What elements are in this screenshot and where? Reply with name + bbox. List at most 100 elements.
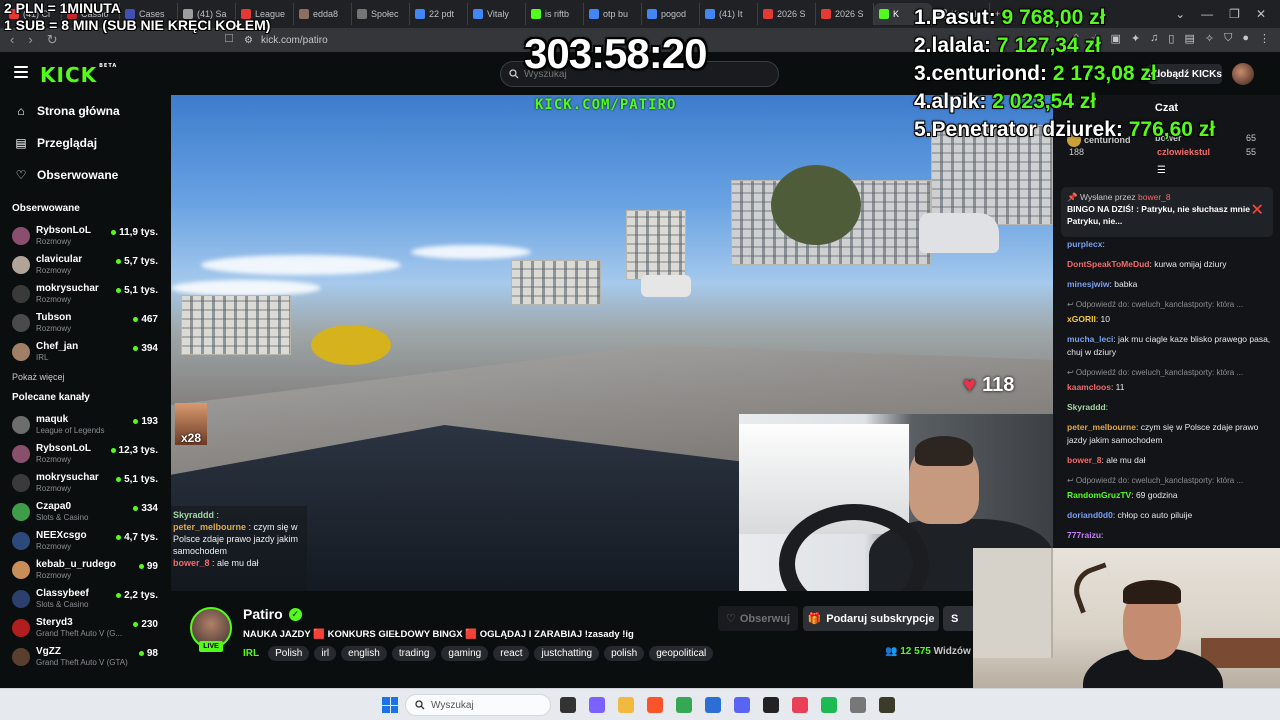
- chat-username[interactable]: doriand0d0: [1067, 510, 1113, 520]
- chat-message[interactable]: ↩ Odpowiedź do: cweluch_kanclastporty: k…: [1067, 474, 1273, 502]
- chat-message[interactable]: purplecx:: [1067, 238, 1273, 251]
- brave-icon[interactable]: [647, 697, 663, 713]
- chat-username[interactable]: 777raizu: [1067, 530, 1101, 540]
- stream-tag[interactable]: polish: [604, 646, 645, 661]
- browser-tab[interactable]: edda8: [294, 3, 352, 25]
- sidebar-channel[interactable]: mokrysuchar Rozmowy 5,1 tys.: [0, 279, 170, 308]
- more-label: S: [951, 612, 959, 625]
- sidebar-channel[interactable]: mokrysuchar Rozmowy 5,1 tys.: [0, 468, 170, 497]
- chat-message[interactable]: Skyraddd:: [1067, 401, 1273, 414]
- sidebar-channel[interactable]: Czapa0 Slots & Casino 334: [0, 497, 170, 526]
- browser-tab[interactable]: pogod: [642, 3, 700, 25]
- discord-icon[interactable]: [734, 697, 750, 713]
- chrome-icon[interactable]: [676, 697, 692, 713]
- sidebar-item-label: Strona główna: [37, 104, 120, 118]
- app-icon[interactable]: [792, 697, 808, 713]
- settings-icon[interactable]: [850, 697, 866, 713]
- browser-tab[interactable]: 22 pdt: [410, 3, 468, 25]
- expand-icon[interactable]: ☰: [1157, 165, 1166, 176]
- sidebar-item-home[interactable]: ⌂ Strona główna: [0, 95, 170, 127]
- copilot-icon[interactable]: [589, 697, 605, 713]
- sidebar-channel[interactable]: NEEXcsgo Rozmowy 4,7 tys.: [0, 526, 170, 555]
- stream-tag[interactable]: geopolitical: [649, 646, 714, 661]
- stream-tag[interactable]: gaming: [441, 646, 489, 661]
- chat-message[interactable]: ↩ Odpowiedź do: cweluch_kanclastporty: k…: [1067, 298, 1273, 326]
- forward-icon[interactable]: ›: [28, 32, 32, 48]
- streamer-name[interactable]: Patiro ✓: [243, 606, 302, 622]
- chat-message[interactable]: peter_melbourne: czym się w Polsce zdaje…: [1067, 421, 1273, 447]
- sidebar-channel[interactable]: Classybeef Slots & Casino 2,2 tys.: [0, 584, 170, 613]
- sidebar-channel[interactable]: Steryd3 Grand Theft Auto V (G... 230: [0, 613, 170, 642]
- subscribe-button[interactable]: 🎁 Podaruj subskrypcje: [803, 606, 939, 631]
- windows-start-icon[interactable]: [382, 697, 398, 713]
- sidebar-channel[interactable]: RybsonLoL Rozmowy 12,3 tys.: [0, 439, 170, 468]
- chat-message[interactable]: minesjwiw: babka: [1067, 278, 1273, 291]
- browser-tab[interactable]: Vitaly: [468, 3, 526, 25]
- sidebar-channel[interactable]: clavicular Rozmowy 5,7 tys.: [0, 250, 170, 279]
- stream-category[interactable]: IRL: [243, 648, 259, 659]
- menu-icon[interactable]: [14, 66, 28, 78]
- channel-avatar: [12, 342, 30, 361]
- chat-message[interactable]: DontSpeakToMeDud: kurwa omijaj dziury: [1067, 258, 1273, 271]
- chat-username[interactable]: purplecx: [1067, 239, 1102, 249]
- sidebar-channel[interactable]: maquk League of Legends 193: [0, 410, 170, 439]
- stream-tag[interactable]: react: [493, 646, 530, 661]
- chat-username[interactable]: kaamcloos: [1067, 382, 1111, 392]
- sidebar-channel[interactable]: Chef_jan IRL 394: [0, 337, 170, 366]
- video-player[interactable]: KICK.COM/PATIRO ♥ 118 x28 Skyraddd : peter…: [171, 95, 1053, 591]
- user-avatar[interactable]: [1232, 63, 1254, 85]
- taskbar-search[interactable]: Wyszukaj: [405, 694, 551, 716]
- site-info-icon[interactable]: ⚙: [244, 35, 253, 46]
- leaderboard-amount: 2 173,08 zł: [1052, 62, 1157, 85]
- sidebar-channel[interactable]: kebab_u_rudego Rozmowy 99: [0, 555, 170, 584]
- menu-icon[interactable]: ⋮: [1259, 32, 1270, 45]
- follow-button[interactable]: ♡ Obserwuj: [718, 606, 798, 631]
- sidebar-item-following[interactable]: ♡ Obserwowane: [0, 159, 170, 191]
- chat-username[interactable]: bower_8: [1067, 455, 1102, 465]
- chat-message[interactable]: 777raizu:: [1067, 529, 1273, 542]
- app-icon[interactable]: [763, 697, 779, 713]
- sidebar-channel[interactable]: VgZZ Grand Theft Auto V (GTA) 98: [0, 642, 170, 671]
- chat-username[interactable]: minesjwiw: [1067, 279, 1110, 289]
- stream-tag[interactable]: Polish: [268, 646, 310, 661]
- browser-tab[interactable]: otp bu: [584, 3, 642, 25]
- show-more-link[interactable]: Pokaż więcej: [0, 366, 170, 390]
- chat-message[interactable]: ↩ Odpowiedź do: cweluch_kanclastporty: k…: [1067, 366, 1273, 394]
- chat-username[interactable]: mucha_leci: [1067, 334, 1113, 344]
- sidebar-channel[interactable]: RybsonLoL Rozmowy 11,9 tys.: [0, 221, 170, 250]
- shield-icon[interactable]: ⛉: [1224, 32, 1232, 45]
- chat-message[interactable]: bower_8: ale mu dał: [1067, 454, 1273, 467]
- stream-tag[interactable]: irl: [314, 646, 337, 661]
- stream-tag[interactable]: justchatting: [534, 646, 600, 661]
- chat-username[interactable]: RandomGruzTV: [1067, 490, 1131, 500]
- stream-tag[interactable]: trading: [391, 646, 437, 661]
- browser-tab[interactable]: 2026 S: [758, 3, 816, 25]
- maximize-icon[interactable]: ❐: [1229, 7, 1240, 21]
- browser-tab[interactable]: Społec: [352, 3, 410, 25]
- browser-tab[interactable]: is riftb: [526, 3, 584, 25]
- chat-username[interactable]: peter_melbourne: [1067, 422, 1136, 432]
- sidebar-item-browse[interactable]: ▤ Przeglądaj: [0, 127, 170, 159]
- store-icon[interactable]: [705, 697, 721, 713]
- back-icon[interactable]: ‹: [10, 32, 14, 48]
- kick-logo[interactable]: KICK BETA: [40, 63, 117, 87]
- chat-username[interactable]: DontSpeakToMeDud: [1067, 259, 1149, 269]
- reload-icon[interactable]: ↻: [47, 32, 58, 48]
- donation-leaderboard: 1.Pasut: 9 768,00 zł 2.lalala: 7 127,34 z…: [914, 4, 1215, 144]
- pinned-message[interactable]: 📌 Wysłane przez bower_8 BINGO NA DZIŚ! :…: [1061, 187, 1273, 237]
- profile-icon[interactable]: ●: [1242, 32, 1249, 45]
- url-field[interactable]: ⚙ kick.com/patiro: [244, 32, 328, 48]
- folder-icon[interactable]: [618, 697, 634, 713]
- browser-tab[interactable]: (41) It: [700, 3, 758, 25]
- chat-message[interactable]: doriand0d0: chłop co auto piluije: [1067, 509, 1273, 522]
- chat-username[interactable]: Skyraddd: [1067, 402, 1106, 412]
- stream-tag[interactable]: english: [341, 646, 387, 661]
- browser-tab[interactable]: 2026 S: [816, 3, 874, 25]
- close-icon[interactable]: ✕: [1256, 7, 1266, 21]
- sidebar-channel[interactable]: Tubson Rozmowy 467: [0, 308, 170, 337]
- file-explorer-icon[interactable]: [560, 697, 576, 713]
- chat-message[interactable]: mucha_leci: jak mu ciagle kaze blisko pr…: [1067, 333, 1273, 359]
- chat-username[interactable]: xGORII: [1067, 314, 1096, 324]
- spotify-icon[interactable]: [821, 697, 837, 713]
- app-icon[interactable]: [879, 697, 895, 713]
